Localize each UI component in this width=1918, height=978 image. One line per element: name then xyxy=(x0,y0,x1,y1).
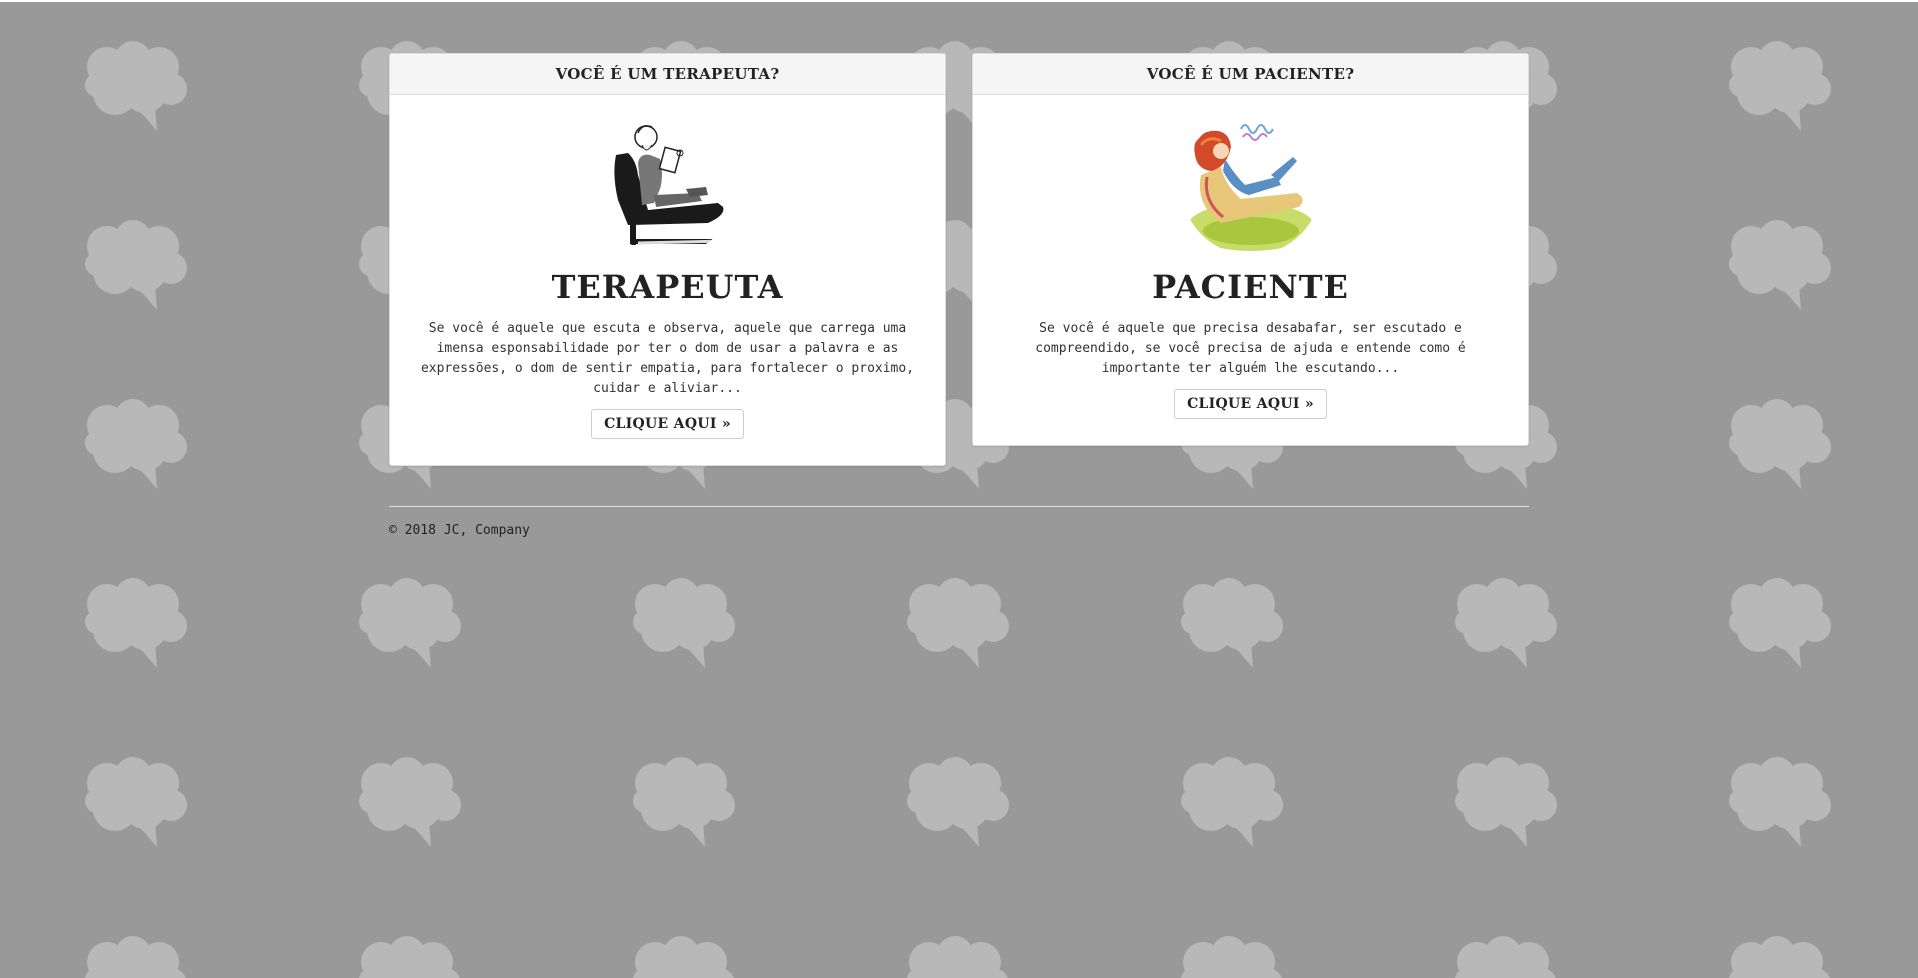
brain-icon xyxy=(1729,220,1831,310)
brain-icon xyxy=(633,936,734,978)
brain-icon xyxy=(1181,936,1282,978)
cards-row: VOCÊ É UM TERAPEUTA? TERAPEUTA Se você é… xyxy=(389,53,1529,466)
patient-click-here-button[interactable]: CLIQUE AQUI » xyxy=(1174,389,1327,419)
footer: © 2018 JC, Company xyxy=(389,506,1529,538)
footer-copyright: © 2018 JC, Company xyxy=(389,523,530,538)
brain-icon xyxy=(359,578,461,668)
brain-icon xyxy=(85,41,187,131)
brain-icon xyxy=(1455,936,1556,978)
brain-icon xyxy=(85,578,187,668)
brain-icon xyxy=(1455,578,1557,668)
brain-icon xyxy=(1729,578,1831,668)
brain-icon xyxy=(633,757,735,847)
brain-icon xyxy=(1729,757,1831,847)
brain-icon xyxy=(1729,41,1831,131)
brain-icon xyxy=(85,936,186,978)
brain-icon xyxy=(1181,578,1283,668)
therapist-illustration xyxy=(597,115,738,255)
patient-card-header: VOCÊ É UM PACIENTE? xyxy=(973,54,1528,95)
brain-icon xyxy=(85,757,187,847)
patient-description: Se você é aquele que precisa desabafar, … xyxy=(1035,321,1466,376)
brain-icon xyxy=(907,757,1009,847)
patient-card-body: PACIENTE Se você é aquele que precisa de… xyxy=(973,95,1528,445)
brain-icon xyxy=(359,757,461,847)
therapist-card-header: VOCÊ É UM TERAPEUTA? xyxy=(390,54,945,95)
main-container: VOCÊ É UM TERAPEUTA? TERAPEUTA Se você é… xyxy=(389,53,1529,538)
brain-icon xyxy=(633,578,735,668)
brain-icon xyxy=(359,936,460,978)
patient-card: VOCÊ É UM PACIENTE? PACIENTE Se você é a… xyxy=(972,53,1529,446)
patient-illustration xyxy=(1180,115,1321,255)
patient-title: PACIENTE xyxy=(1152,268,1349,306)
brain-icon xyxy=(907,578,1009,668)
brain-icon xyxy=(907,936,1008,978)
therapist-title: TERAPEUTA xyxy=(551,268,784,306)
brain-icon xyxy=(1455,757,1557,847)
therapist-card: VOCÊ É UM TERAPEUTA? TERAPEUTA Se você é… xyxy=(389,53,946,466)
brain-icon xyxy=(85,220,187,310)
therapist-description: Se você é aquele que escuta e observa, a… xyxy=(420,321,915,396)
brain-icon xyxy=(85,399,187,489)
brain-icon xyxy=(1181,757,1283,847)
therapist-card-body: TERAPEUTA Se você é aquele que escuta e … xyxy=(390,95,945,465)
therapist-click-here-button[interactable]: CLIQUE AQUI » xyxy=(591,409,744,439)
brain-icon xyxy=(1729,936,1830,978)
brain-icon xyxy=(1729,399,1831,489)
